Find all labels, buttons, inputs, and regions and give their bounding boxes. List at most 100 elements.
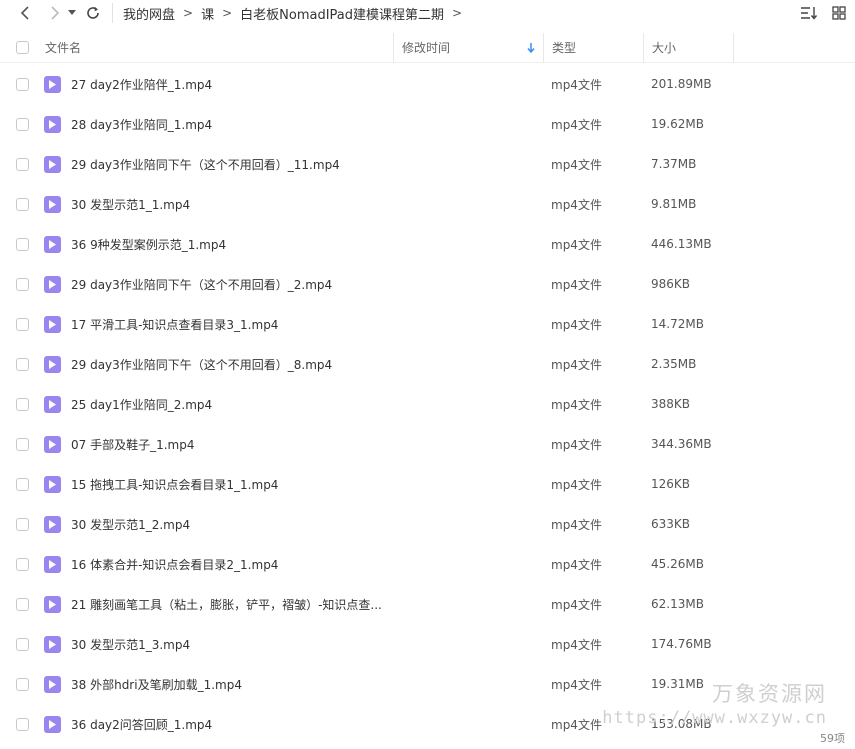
- file-name[interactable]: 29 day3作业陪同下午（这个不用回看）_2.mp4: [71, 276, 332, 293]
- file-row-checkbox[interactable]: [15, 437, 29, 451]
- file-row[interactable]: 16 体素合并-知识点会看目录2_1.mp4 mp4文件 45.26MB: [0, 544, 855, 584]
- file-name[interactable]: 21 雕刻画笔工具（粘土，膨胀，铲平，褶皱）-知识点查...: [71, 596, 382, 613]
- select-all-checkbox[interactable]: [15, 41, 29, 54]
- file-type: mp4文件: [551, 77, 602, 92]
- file-name[interactable]: 29 day3作业陪同下午（这个不用回看）_8.mp4: [71, 356, 332, 373]
- file-type: mp4文件: [551, 637, 602, 652]
- file-type: mp4文件: [551, 277, 602, 292]
- file-size: 7.37MB: [651, 157, 697, 171]
- column-type-label: 类型: [552, 41, 577, 55]
- file-row[interactable]: 36 9种发型案例示范_1.mp4 mp4文件 446.13MB: [0, 224, 855, 264]
- grid-view-button[interactable]: [829, 3, 849, 23]
- file-row-checkbox[interactable]: [15, 77, 29, 91]
- file-row[interactable]: 15 拖拽工具-知识点会看目录1_1.mp4 mp4文件 126KB: [0, 464, 855, 504]
- file-row[interactable]: 30 发型示范1_1.mp4 mp4文件 9.81MB: [0, 184, 855, 224]
- file-size: 45.26MB: [651, 557, 704, 571]
- file-row-checkbox[interactable]: [15, 717, 29, 731]
- column-header-modified[interactable]: 修改时间: [394, 32, 544, 63]
- file-type: mp4文件: [551, 717, 602, 732]
- file-name[interactable]: 07 手部及鞋子_1.mp4: [71, 436, 194, 453]
- column-header-name[interactable]: 文件名: [44, 32, 394, 63]
- file-row[interactable]: 36 day2问答回顾_1.mp4 mp4文件 153.08MB: [0, 704, 855, 734]
- file-row-checkbox[interactable]: [15, 237, 29, 251]
- forward-button[interactable]: [44, 2, 66, 24]
- file-name[interactable]: 30 发型示范1_3.mp4: [71, 636, 190, 653]
- file-row[interactable]: 17 平滑工具-知识点查看目录3_1.mp4 mp4文件 14.72MB: [0, 304, 855, 344]
- file-row[interactable]: 07 手部及鞋子_1.mp4 mp4文件 344.36MB: [0, 424, 855, 464]
- column-header-type[interactable]: 类型: [544, 32, 644, 63]
- file-row[interactable]: 25 day1作业陪同_2.mp4 mp4文件 388KB: [0, 384, 855, 424]
- file-row-checkbox[interactable]: [15, 357, 29, 371]
- file-row-checkbox[interactable]: [15, 637, 29, 651]
- video-file-icon: [44, 355, 61, 373]
- file-name[interactable]: 15 拖拽工具-知识点会看目录1_1.mp4: [71, 476, 278, 493]
- file-row[interactable]: 30 发型示范1_2.mp4 mp4文件 633KB: [0, 504, 855, 544]
- file-name[interactable]: 36 day2问答回顾_1.mp4: [71, 716, 212, 733]
- refresh-button[interactable]: [82, 2, 104, 24]
- breadcrumb-item[interactable]: 白老板NomadIPad建模课程第二期: [240, 4, 444, 23]
- file-name[interactable]: 25 day1作业陪同_2.mp4: [71, 396, 212, 413]
- file-row[interactable]: 29 day3作业陪同下午（这个不用回看）_2.mp4 mp4文件 986KB: [0, 264, 855, 304]
- file-type: mp4文件: [551, 517, 602, 532]
- file-size: 153.08MB: [651, 717, 712, 731]
- history-dropdown-button[interactable]: [66, 2, 78, 24]
- file-row[interactable]: 28 day3作业陪同_1.mp4 mp4文件 19.62MB: [0, 104, 855, 144]
- file-name-cell: 30 发型示范1_1.mp4: [44, 195, 544, 213]
- file-name[interactable]: 29 day3作业陪同下午（这个不用回看）_11.mp4: [71, 156, 340, 173]
- file-row-checkbox[interactable]: [15, 517, 29, 531]
- file-type: mp4文件: [551, 357, 602, 372]
- file-type: mp4文件: [551, 597, 602, 612]
- file-size: 201.89MB: [651, 77, 712, 91]
- file-name[interactable]: 27 day2作业陪伴_1.mp4: [71, 76, 212, 93]
- file-row[interactable]: 29 day3作业陪同下午（这个不用回看）_8.mp4 mp4文件 2.35MB: [0, 344, 855, 384]
- file-size: 19.31MB: [651, 677, 704, 691]
- file-row[interactable]: 30 发型示范1_3.mp4 mp4文件 174.76MB: [0, 624, 855, 664]
- file-name[interactable]: 16 体素合并-知识点会看目录2_1.mp4: [71, 556, 278, 573]
- breadcrumb-item[interactable]: 我的网盘: [123, 4, 175, 23]
- file-name-cell: 36 9种发型案例示范_1.mp4: [44, 235, 544, 253]
- file-name-cell: 07 手部及鞋子_1.mp4: [44, 435, 544, 453]
- sort-button[interactable]: [799, 3, 819, 23]
- file-size: 19.62MB: [651, 117, 704, 131]
- file-row[interactable]: 21 雕刻画笔工具（粘土，膨胀，铲平，褶皱）-知识点查... mp4文件 62.13…: [0, 584, 855, 624]
- file-row-checkbox[interactable]: [15, 317, 29, 331]
- file-name-cell: 25 day1作业陪同_2.mp4: [44, 395, 544, 413]
- file-name[interactable]: 38 外部hdri及笔刷加载_1.mp4: [71, 676, 242, 693]
- file-row-checkbox[interactable]: [15, 597, 29, 611]
- grid-icon: [832, 6, 846, 20]
- file-name[interactable]: 28 day3作业陪同_1.mp4: [71, 116, 212, 133]
- file-size: 14.72MB: [651, 317, 704, 331]
- breadcrumb-separator-icon: >: [222, 6, 233, 20]
- file-name[interactable]: 30 发型示范1_2.mp4: [71, 516, 190, 533]
- file-row-checkbox[interactable]: [15, 677, 29, 691]
- file-type: mp4文件: [551, 677, 602, 692]
- file-type: mp4文件: [551, 117, 602, 132]
- file-row[interactable]: 29 day3作业陪同下午（这个不用回看）_11.mp4 mp4文件 7.37MB: [0, 144, 855, 184]
- file-size: 388KB: [651, 397, 691, 411]
- file-size: 633KB: [651, 517, 691, 531]
- file-name[interactable]: 30 发型示范1_1.mp4: [71, 196, 190, 213]
- file-row[interactable]: 38 外部hdri及笔刷加载_1.mp4 mp4文件 19.31MB: [0, 664, 855, 704]
- file-name[interactable]: 17 平滑工具-知识点查看目录3_1.mp4: [71, 316, 278, 333]
- file-type: mp4文件: [551, 317, 602, 332]
- file-row-checkbox[interactable]: [15, 557, 29, 571]
- refresh-icon: [87, 7, 99, 19]
- file-row-checkbox[interactable]: [15, 477, 29, 491]
- file-row[interactable]: 27 day2作业陪伴_1.mp4 mp4文件 201.89MB: [0, 64, 855, 104]
- file-row-checkbox[interactable]: [15, 277, 29, 291]
- file-row-checkbox[interactable]: [15, 397, 29, 411]
- file-row-checkbox[interactable]: [15, 197, 29, 211]
- file-row-checkbox[interactable]: [15, 157, 29, 171]
- video-file-icon: [44, 115, 61, 133]
- file-type: mp4文件: [551, 437, 602, 452]
- file-name[interactable]: 36 9种发型案例示范_1.mp4: [71, 236, 226, 253]
- back-button[interactable]: [14, 2, 36, 24]
- column-header-size[interactable]: 大小: [644, 32, 734, 63]
- chevron-right-icon: [51, 6, 60, 20]
- file-name-cell: 38 外部hdri及笔刷加载_1.mp4: [44, 675, 544, 693]
- breadcrumb-item[interactable]: 课: [201, 4, 214, 23]
- file-name-cell: 29 day3作业陪同下午（这个不用回看）_8.mp4: [44, 355, 544, 373]
- file-row-checkbox[interactable]: [15, 117, 29, 131]
- file-size: 2.35MB: [651, 357, 697, 371]
- file-size: 986KB: [651, 277, 691, 291]
